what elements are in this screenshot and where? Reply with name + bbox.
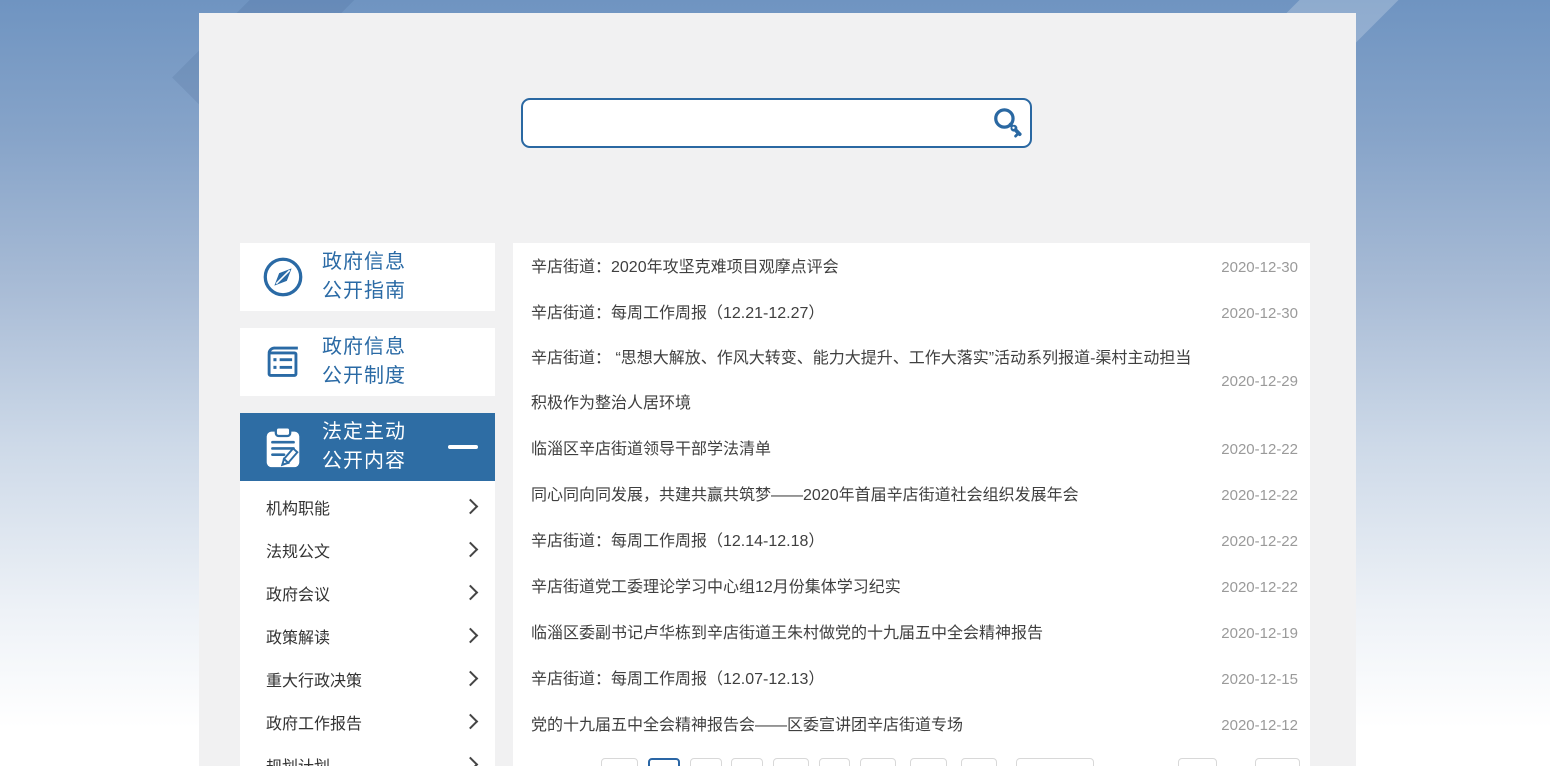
news-date: 2020-12-29 [1221,373,1298,390]
news-link[interactable]: 同心同向同发展，共建共赢共筑梦——2020年首届辛店街道社会组织发展年会 [531,473,1199,518]
news-date: 2020-12-22 [1221,441,1298,458]
sidebar-submenu: 机构职能 法规公文 政府会议 政策解读 重大行政决策 政府工作报告 规划计划 [240,481,495,766]
news-item[interactable]: 党的十九届五中全会精神报告会——区委宣讲团辛店街道专场 2020-12-12 [531,702,1298,748]
content-panel: 政府信息 公开指南 政府信息 公开制度 法定主动 公开内容 机构职能 法规公文 … [199,13,1356,766]
news-date: 2020-12-30 [1221,259,1298,276]
compass-icon [260,254,306,300]
menu-item-label: 法规公文 [266,538,330,562]
sidebar-item-label-line1: 法定主动 [322,421,406,443]
news-link[interactable]: 辛店街道党工委理论学习中心组12月份集体学习纪实 [531,565,1199,610]
chevron-right-icon [463,757,479,766]
menu-major-decisions[interactable]: 重大行政决策 [240,657,495,700]
news-link[interactable]: 临淄区委副书记卢华栋到辛店街道王朱村做党的十九届五中全会精神报告 [531,611,1199,656]
page-btn-8[interactable] [910,758,947,766]
search-button[interactable] [986,100,1030,146]
menu-regulations[interactable]: 法规公文 [240,528,495,571]
sidebar-item-label-line2: 公开指南 [322,280,406,302]
page-btn-1[interactable] [601,758,638,766]
sidebar-item-label-line2: 公开制度 [322,365,406,387]
menu-item-label: 规划计划 [266,753,330,766]
news-link[interactable]: 辛店街道：2020年攻坚克难项目观摩点评会 [531,245,1199,290]
news-list: 辛店街道：2020年攻坚克难项目观摩点评会 2020-12-30 辛店街道：每周… [513,243,1310,766]
news-link[interactable]: 辛店街道：每周工作周报（12.14-12.18） [531,519,1199,564]
news-date: 2020-12-12 [1221,717,1298,734]
menu-gov-meetings[interactable]: 政府会议 [240,571,495,614]
news-date: 2020-12-19 [1221,625,1298,642]
menu-item-label: 政府会议 [266,581,330,605]
news-link[interactable]: 辛店街道：每周工作周报（12.21-12.27） [531,291,1199,336]
chevron-right-icon [463,585,479,601]
search-bar [521,98,1032,148]
sidebar-item-gov-info-guide[interactable]: 政府信息 公开指南 [240,243,495,311]
menu-policy-interpretation[interactable]: 政策解读 [240,614,495,657]
chevron-right-icon [463,499,479,515]
menu-item-label: 政策解读 [266,624,330,648]
search-input[interactable] [523,100,986,146]
news-item[interactable]: 辛店街道：2020年攻坚克难项目观摩点评会 2020-12-30 [531,244,1298,290]
minus-badge [448,445,478,449]
news-item[interactable]: 临淄区委副书记卢华栋到辛店街道王朱村做党的十九届五中全会精神报告 2020-12… [531,610,1298,656]
ledger-icon [260,339,306,385]
news-date: 2020-12-15 [1221,671,1298,688]
sidebar-item-legal-active-disclosure[interactable]: 法定主动 公开内容 [240,413,495,481]
page-btn-2[interactable] [648,758,680,766]
page-btn-4[interactable] [731,758,763,766]
page-btn-9[interactable] [961,758,997,766]
news-item[interactable]: 辛店街道党工委理论学习中心组12月份集体学习纪实 2020-12-22 [531,564,1298,610]
news-link[interactable]: 辛店街道： “思想大解放、作风大转变、能力大提升、工作大落实”活动系列报道-渠村… [531,336,1199,426]
news-link[interactable]: 党的十九届五中全会精神报告会——区委宣讲团辛店街道专场 [531,703,1199,748]
page-btn-6[interactable] [819,758,850,766]
news-item[interactable]: 辛店街道： “思想大解放、作风大转变、能力大提升、工作大落实”活动系列报道-渠村… [531,336,1298,426]
chevron-right-icon [463,628,479,644]
menu-item-label: 重大行政决策 [266,667,362,691]
news-date: 2020-12-22 [1221,487,1298,504]
page-btn-12[interactable] [1255,758,1300,766]
news-date: 2020-12-22 [1221,579,1298,596]
chevron-right-icon [463,542,479,558]
menu-org-functions[interactable]: 机构职能 [240,485,495,528]
page-btn-10[interactable] [1016,758,1094,766]
menu-gov-work-report[interactable]: 政府工作报告 [240,700,495,743]
page-btn-3[interactable] [690,758,722,766]
sidebar-item-label-line1: 政府信息 [322,251,406,273]
news-link[interactable]: 临淄区辛店街道领导干部学法清单 [531,427,1199,472]
search-key-icon [990,105,1026,141]
menu-item-label: 政府工作报告 [266,710,362,734]
pagination [601,758,1300,766]
news-item[interactable]: 同心同向同发展，共建共赢共筑梦——2020年首届辛店街道社会组织发展年会 202… [531,472,1298,518]
sidebar-item-label-line2: 公开内容 [322,450,406,472]
news-link[interactable]: 辛店街道：每周工作周报（12.07-12.13） [531,657,1199,702]
menu-item-label: 机构职能 [266,495,330,519]
sidebar-item-gov-info-system[interactable]: 政府信息 公开制度 [240,328,495,396]
news-item[interactable]: 辛店街道：每周工作周报（12.07-12.13） 2020-12-15 [531,656,1298,702]
news-item[interactable]: 辛店街道：每周工作周报（12.14-12.18） 2020-12-22 [531,518,1298,564]
sidebar-item-label-line1: 政府信息 [322,336,406,358]
news-item[interactable]: 临淄区辛店街道领导干部学法清单 2020-12-22 [531,426,1298,472]
chevron-right-icon [463,671,479,687]
news-date: 2020-12-22 [1221,533,1298,550]
page-btn-11[interactable] [1178,758,1217,766]
news-item[interactable]: 辛店街道：每周工作周报（12.21-12.27） 2020-12-30 [531,290,1298,336]
page-btn-5[interactable] [773,758,809,766]
menu-planning[interactable]: 规划计划 [240,743,495,766]
page-btn-7[interactable] [860,758,896,766]
chevron-right-icon [463,714,479,730]
clipboard-pencil-icon [260,424,306,470]
page: 政府信息 公开指南 政府信息 公开制度 法定主动 公开内容 机构职能 法规公文 … [0,0,1550,766]
news-date: 2020-12-30 [1221,305,1298,322]
